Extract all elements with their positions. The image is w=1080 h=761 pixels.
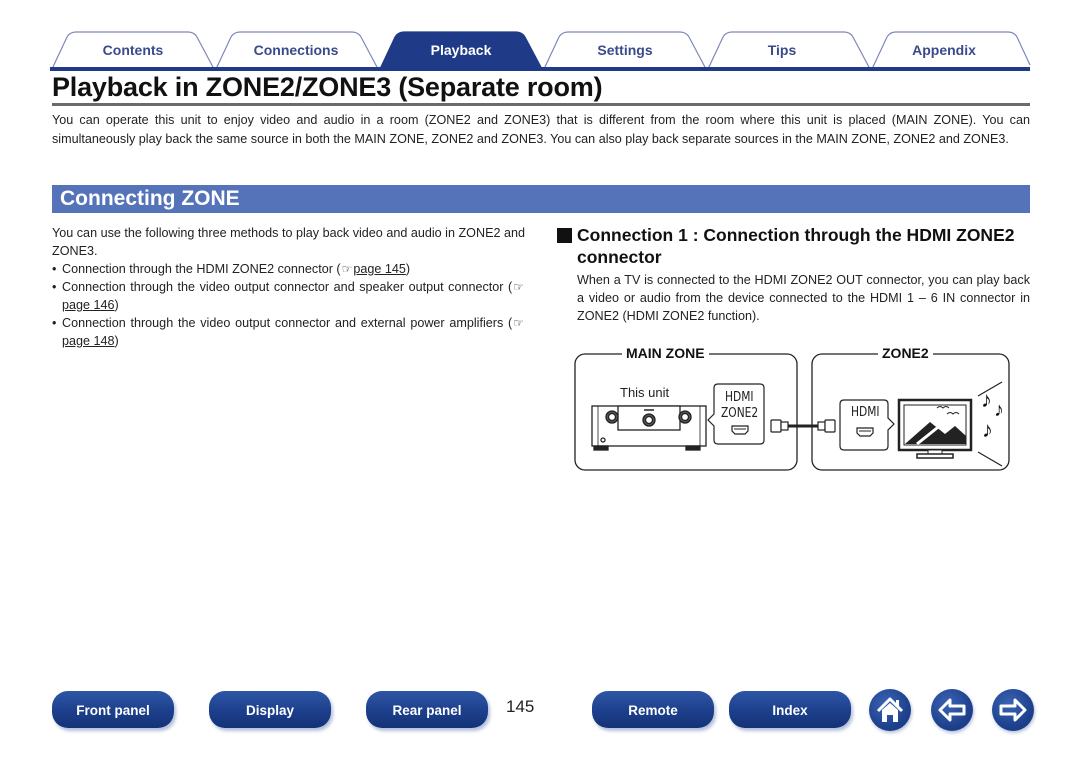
tab-connections[interactable]: Connections [216,42,376,58]
home-icon [876,697,904,722]
diagram-graphics [574,353,1010,471]
rear-panel-button[interactable]: Rear panel [366,691,488,728]
tabs-underline [50,67,1030,71]
back-button[interactable] [931,689,973,731]
section-title: Connecting ZONE [60,187,240,210]
music-note-icon: ♪ [981,387,992,412]
pointing-hand-icon: ☞ [341,262,353,276]
tab-settings[interactable]: Settings [545,42,705,58]
chapter-tabs: Contents Connections Playback Settings T… [50,31,1031,71]
arrow-left-icon [938,698,966,722]
hdmi-out-label-line2: ZONE2 [721,406,759,421]
method-text: Connection through the HDMI ZONE2 connec… [62,262,341,276]
home-button[interactable] [869,689,911,731]
method-item: • Connection through the HDMI ZONE2 conn… [52,260,525,278]
page-title: Playback in ZONE2/ZONE3 (Separate room) [52,72,603,102]
zone2-label: ZONE2 [878,345,933,361]
hdmi-port-icon [731,425,749,435]
tv-hdmi-label: HDMI [851,405,880,420]
method-text: Connection through the video output conn… [62,316,513,330]
method-item: • Connection through the video output co… [52,314,525,350]
methods-lead: You can use the following three methods … [52,226,525,258]
music-note-icon: ♪ [994,399,1004,421]
method-text: Connection through the video output conn… [62,280,513,294]
hdmi-out-label-line1: HDMI [725,390,754,405]
method-text-end: ) [114,298,119,312]
page-ref-link[interactable]: page 146 [62,298,115,312]
square-bullet-icon [557,228,572,243]
tab-playback[interactable]: Playback [381,42,541,58]
remote-button[interactable]: Remote [592,691,714,728]
section-header: Connecting ZONE [52,185,1030,213]
display-button[interactable]: Display [209,691,331,728]
page-number: 145 [506,697,535,716]
pointing-hand-icon: ☞ [513,316,524,330]
forward-button[interactable] [992,689,1034,731]
connection1-heading: Connection 1 : Connection through the HD… [557,224,1030,268]
hdmi-cable-icon [770,419,836,433]
tab-appendix[interactable]: Appendix [864,42,1024,58]
bullet: • [52,316,57,330]
arrow-right-icon [999,698,1027,722]
methods-column: You can use the following three methods … [52,224,525,350]
pointing-hand-icon: ☞ [513,280,524,294]
intro-paragraph: You can operate this unit to enjoy video… [52,113,1030,146]
tab-tips[interactable]: Tips [702,42,862,58]
method-item: • Connection through the video output co… [52,278,525,314]
connection1-column: Connection 1 : Connection through the HD… [557,224,1030,325]
tab-contents[interactable]: Contents [53,42,213,58]
method-text-end: ) [405,262,411,276]
bullet: • [52,280,57,294]
page-ref-link[interactable]: page 148 [62,334,115,348]
front-panel-button[interactable]: Front panel [52,691,174,728]
sound-line-bottom [977,451,1003,467]
tv-icon [897,398,973,459]
methods-list: • Connection through the HDMI ZONE2 conn… [52,260,525,350]
connection1-body: When a TV is connected to the HDMI ZONE2… [577,273,1030,323]
tv-hdmi-port-icon [856,427,874,437]
music-note-icon: ♪ [982,417,993,442]
page-ref-link[interactable]: page 145 [353,262,406,276]
method-text-end: ) [114,334,119,348]
main-zone-label: MAIN ZONE [622,345,709,361]
this-unit-label: This unit [620,385,670,400]
index-button[interactable]: Index [729,691,851,728]
zone2-connection-diagram: MAIN ZONE ZONE2 This unit HDMI ZONE2 HDM… [572,344,1012,474]
bullet: • [52,262,57,276]
title-divider [52,103,1030,106]
connection1-heading-text: Connection 1 : Connection through the HD… [577,225,1015,267]
av-receiver-icon [591,405,707,451]
